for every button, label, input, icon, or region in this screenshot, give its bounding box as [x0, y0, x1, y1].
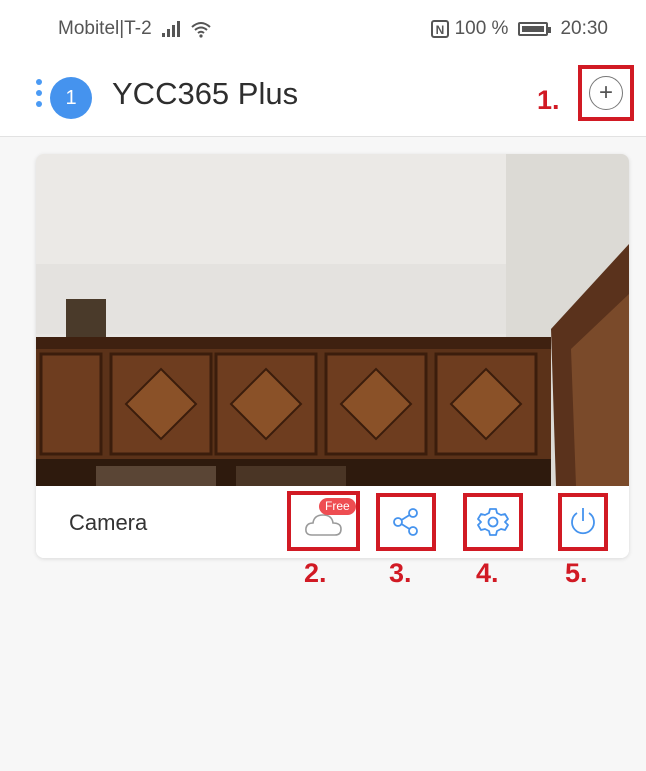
- settings-button[interactable]: [463, 493, 523, 551]
- power-button[interactable]: [558, 493, 608, 551]
- nfc-icon: N: [430, 20, 449, 38]
- annotation-step-5: 5.: [565, 558, 588, 588]
- camera-card: Camera Free: [36, 154, 629, 558]
- battery-percent: 100 %: [454, 18, 509, 39]
- free-badge: Free: [319, 498, 356, 515]
- annotation-step-3: 3.: [389, 558, 412, 588]
- clock: 20:30: [560, 18, 608, 39]
- menu-icon[interactable]: [36, 79, 42, 107]
- camera-preview[interactable]: [36, 154, 629, 486]
- share-button[interactable]: [376, 493, 436, 551]
- annotation-step-4: 4.: [476, 558, 499, 588]
- status-left: Mobitel|T-2: [58, 18, 212, 40]
- add-device-button[interactable]: +: [578, 65, 634, 121]
- wifi-icon: [190, 22, 211, 38]
- svg-text:N: N: [435, 23, 444, 37]
- share-icon: [393, 508, 418, 536]
- plus-circle-icon: +: [589, 76, 623, 110]
- annotation-step-2: 2.: [304, 558, 327, 588]
- device-count-badge[interactable]: 1: [50, 77, 92, 119]
- camera-footer: Camera Free: [36, 486, 629, 558]
- camera-preview-image: [36, 154, 629, 486]
- status-bar: Mobitel|T-2 N 100 % 20:30: [0, 0, 646, 58]
- annotation-step-1: 1.: [537, 85, 560, 115]
- battery-icon: [518, 22, 552, 36]
- camera-name: Camera: [69, 510, 148, 535]
- power-icon: [571, 508, 595, 535]
- app-screen: Mobitel|T-2 N 100 % 20:30 1 YCC365 Plus …: [0, 0, 646, 771]
- settings-icon: [477, 508, 509, 536]
- signal-icon: [161, 21, 180, 37]
- app-title: YCC365 Plus: [112, 76, 299, 111]
- status-right: N 100 % 20:30: [430, 18, 608, 40]
- carrier-label: Mobitel|T-2: [58, 18, 152, 39]
- cloud-icon: [304, 514, 342, 536]
- cloud-storage-button[interactable]: Free: [287, 491, 360, 551]
